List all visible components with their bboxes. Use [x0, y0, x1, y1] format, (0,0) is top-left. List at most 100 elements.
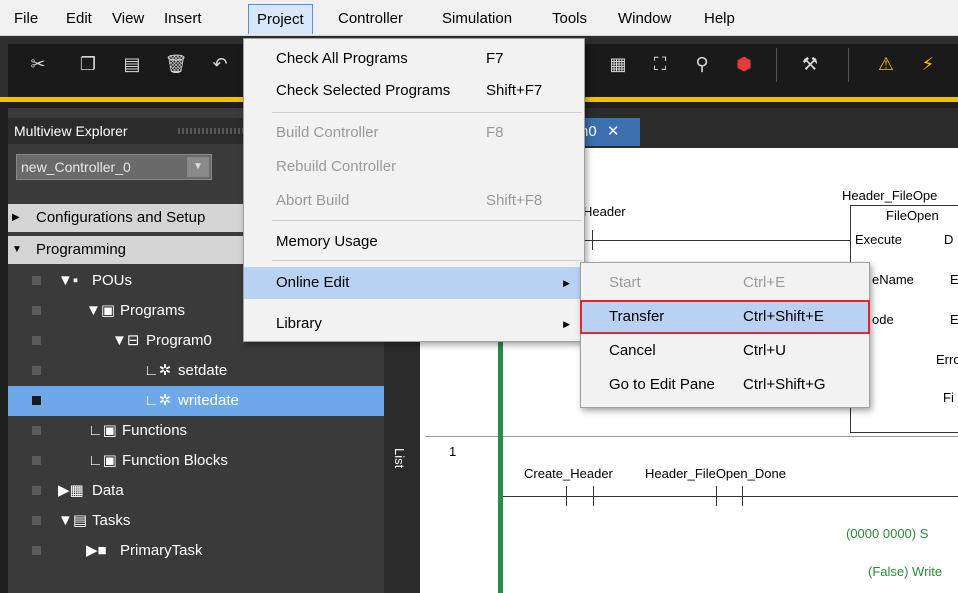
fb-pin-fileid: Fi — [943, 390, 954, 405]
menu-separator — [272, 260, 582, 261]
tree-label-setdate: setdate — [178, 362, 228, 379]
fb-pin-e: E — [950, 312, 958, 327]
controller-select[interactable]: new_Controller_0 ▼ — [16, 154, 212, 180]
tree-label-tasks: Tasks — [92, 512, 131, 529]
task-icon: ▶■ — [86, 542, 107, 559]
tree-marker — [32, 306, 41, 315]
menu-item-label: Transfer — [609, 308, 665, 325]
tree-item-tasks[interactable]: ▼▤ Tasks — [8, 506, 384, 536]
tree-marker — [32, 516, 41, 525]
fb-pin-filename: eName — [872, 272, 914, 287]
cut-icon[interactable]: ✂ — [26, 52, 50, 76]
menu-item-shortcut: F8 — [486, 124, 504, 141]
fb-pin-busy: E — [950, 272, 958, 287]
tree-marker — [32, 546, 41, 555]
menu-item-shortcut: Ctrl+U — [743, 342, 786, 359]
contact-symbol[interactable] — [566, 486, 567, 506]
build-icon[interactable]: ⚒ — [798, 52, 822, 76]
delete-icon[interactable]: 🗑 — [164, 52, 188, 76]
contact-label-create-header: Create_Header — [524, 466, 613, 481]
tree-marker — [32, 426, 41, 435]
contact-symbol[interactable] — [593, 486, 594, 506]
menu-file[interactable]: File — [8, 8, 44, 29]
tree-marker — [32, 396, 41, 405]
tree-item-function-blocks[interactable]: ∟▣ Function Blocks — [8, 446, 384, 476]
contact-label-header: Header — [583, 204, 626, 219]
menu-item-shortcut: Shift+F8 — [486, 192, 543, 209]
rung-wire — [503, 496, 958, 497]
slash-icon[interactable]: ⚡ — [916, 52, 940, 76]
copy-icon[interactable]: ❐ — [76, 52, 100, 76]
menu-tools[interactable]: Tools — [546, 8, 593, 29]
section-configurations-label: Configurations and Setup — [36, 209, 206, 226]
menu-view[interactable]: View — [106, 8, 150, 29]
paste-icon[interactable]: ▤ — [120, 52, 144, 76]
menu-help[interactable]: Help — [698, 8, 741, 29]
error-icon[interactable]: ⬢ — [732, 52, 756, 76]
menu-item-transfer[interactable]: Transfer Ctrl+Shift+E — [580, 300, 870, 334]
menu-item-cancel[interactable]: Cancel Ctrl+U — [581, 335, 869, 367]
menu-item-check-all-programs[interactable]: Check All Programs F7 — [244, 43, 584, 75]
menu-window[interactable]: Window — [612, 8, 677, 29]
grid-icon[interactable]: ▦ — [606, 52, 630, 76]
menu-insert[interactable]: Insert — [158, 8, 208, 29]
tree-item-data[interactable]: ▶▦ Data — [8, 476, 384, 506]
tree-label-data: Data — [92, 482, 124, 499]
menu-controller[interactable]: Controller — [332, 8, 409, 29]
menu-item-label: Start — [609, 274, 641, 291]
menu-item-shortcut: Ctrl+Shift+G — [743, 376, 826, 393]
menu-item-shortcut: Shift+F7 — [486, 82, 543, 99]
menu-item-library[interactable]: Library ▶ — [244, 308, 584, 340]
menu-project[interactable]: Project — [248, 4, 313, 34]
project-menu: Check All Programs F7 Check Selected Pro… — [243, 38, 585, 342]
rung-divider — [425, 436, 958, 437]
undo-icon[interactable]: ↶ — [208, 52, 232, 76]
contact-label-fileopen-done: Header_FileOpen_Done — [645, 466, 786, 481]
chevron-down-icon[interactable]: ▼ — [187, 157, 209, 177]
tree-label-pous: POUs — [92, 272, 133, 289]
menu-item-memory-usage[interactable]: Memory Usage — [244, 226, 584, 258]
fb-instance-name: Header_FileOpe — [842, 188, 938, 203]
menu-item-shortcut: F7 — [486, 50, 504, 67]
tree-item-setdate[interactable]: ∟✲ setdate — [8, 356, 384, 386]
explorer-title: Multiview Explorer — [14, 123, 128, 139]
contact-symbol[interactable] — [742, 486, 743, 506]
functions-icon: ∟▣ — [88, 422, 117, 439]
menu-item-label: Rebuild Controller — [276, 158, 397, 175]
menu-item-label: Abort Build — [276, 192, 350, 209]
network-icon[interactable]: ⛶ — [648, 52, 672, 76]
online-value-1: (0000 0000) S — [846, 526, 929, 541]
close-icon[interactable]: ✕ — [607, 123, 620, 140]
expand-down-icon[interactable]: ▼ — [12, 236, 22, 264]
menu-bar: File Edit View Insert Project Controller… — [0, 0, 958, 36]
menu-item-abort-build: Abort Build Shift+F8 — [244, 185, 584, 217]
menu-item-online-edit[interactable]: Online Edit ▶ — [244, 267, 584, 299]
tree-marker — [32, 336, 41, 345]
menu-item-go-to-edit-pane[interactable]: Go to Edit Pane Ctrl+Shift+G — [581, 369, 869, 401]
menu-item-shortcut: Ctrl+Shift+E — [743, 308, 824, 325]
menu-item-build-controller: Build Controller F8 — [244, 117, 584, 149]
menu-item-label: Check Selected Programs — [276, 82, 451, 99]
tree-marker — [32, 486, 41, 495]
program-icon: ▼⊟ — [112, 332, 140, 349]
menu-item-label: Go to Edit Pane — [609, 376, 715, 393]
tree-item-functions[interactable]: ∟▣ Functions — [8, 416, 384, 446]
toolbar-separator — [848, 48, 849, 82]
tree-item-writedate[interactable]: ∟✲ writedate — [8, 386, 384, 416]
menu-edit[interactable]: Edit — [60, 8, 98, 29]
power-rail — [498, 300, 503, 593]
menu-simulation[interactable]: Simulation — [436, 8, 518, 29]
contact-symbol[interactable] — [592, 230, 593, 250]
fb-pin-done: D — [944, 232, 954, 247]
online-edit-submenu: Start Ctrl+E Transfer Ctrl+Shift+E Cance… — [580, 262, 870, 408]
menu-item-start: Start Ctrl+E — [581, 267, 869, 299]
expand-right-icon[interactable]: ▶ — [12, 204, 20, 232]
side-tab-list[interactable]: List — [392, 448, 407, 468]
menu-item-check-selected-programs[interactable]: Check Selected Programs Shift+F7 — [244, 75, 584, 107]
warning-icon[interactable]: ⚠ — [874, 52, 898, 76]
binoculars-icon[interactable]: ⚲ — [690, 52, 714, 76]
menu-item-label: Build Controller — [276, 124, 379, 141]
fb-pin-error: Erro — [936, 352, 958, 367]
contact-symbol[interactable] — [716, 486, 717, 506]
tree-item-primary-task[interactable]: ▶■ PrimaryTask — [8, 536, 384, 566]
